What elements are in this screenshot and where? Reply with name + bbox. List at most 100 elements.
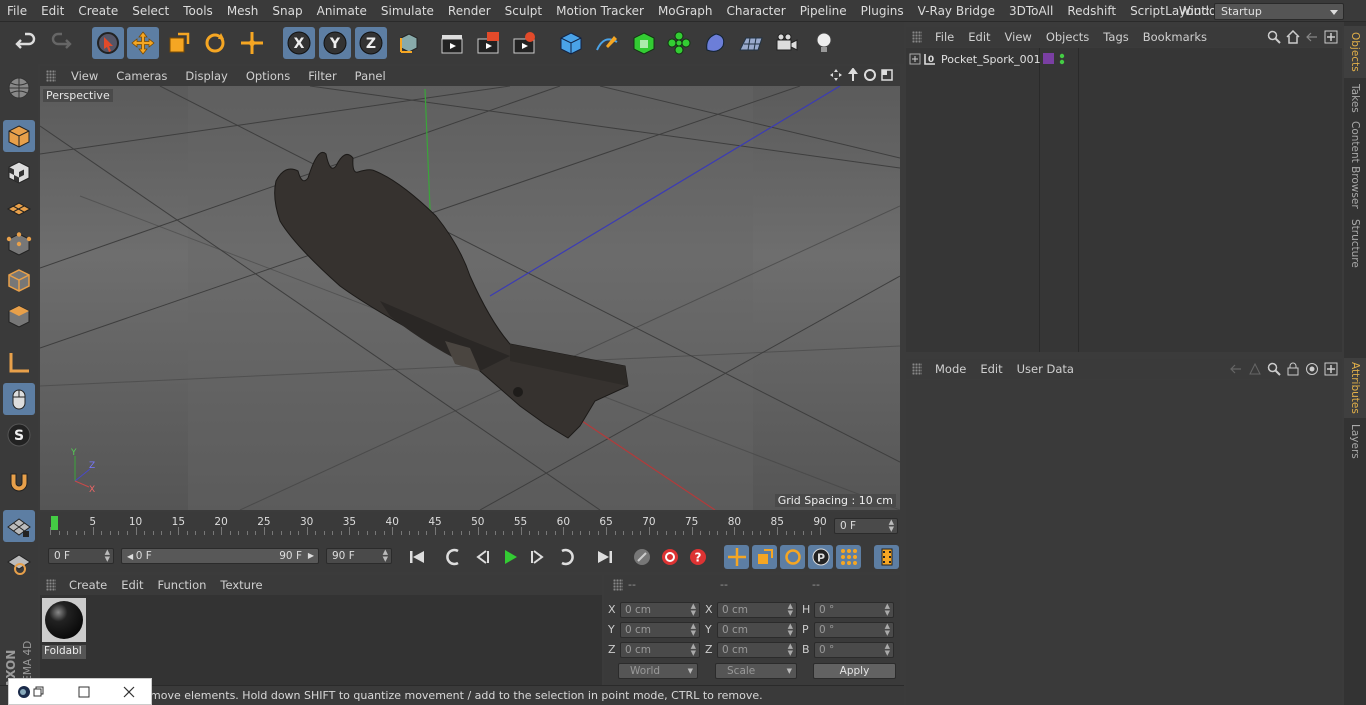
add-cube-button[interactable] (555, 27, 587, 59)
go-to-end-button[interactable] (592, 545, 617, 569)
viewport-zoom-icon[interactable] (846, 68, 860, 82)
points-mode-button[interactable] (3, 228, 35, 260)
viewport-menu-panel[interactable]: Panel (346, 69, 395, 83)
key-position-button[interactable] (724, 545, 749, 569)
perspective-viewport[interactable]: Y Z X Perspective Grid Spacing : 10 cm (40, 86, 900, 510)
material-menu-edit[interactable]: Edit (114, 578, 150, 592)
z-axis-lock-button[interactable]: Z (355, 27, 387, 59)
home-icon[interactable] (1286, 30, 1300, 44)
end-frame-field[interactable]: 90 F ▲ ▼ (326, 548, 392, 564)
attribute-menu-edit[interactable]: Edit (973, 362, 1009, 376)
add-deformer-button[interactable] (699, 27, 731, 59)
menu-file[interactable]: File (0, 0, 34, 22)
workplane-lock-button[interactable] (3, 510, 35, 542)
menu-plugins[interactable]: Plugins (854, 0, 911, 22)
back-arrow-icon[interactable] (1229, 362, 1243, 376)
menu-character[interactable]: Character (719, 0, 792, 22)
material-menu-create[interactable]: Create (62, 578, 114, 592)
tab-objects[interactable]: Objects (1344, 26, 1366, 78)
go-to-start-button[interactable] (404, 545, 429, 569)
key-point-level-button[interactable] (836, 545, 861, 569)
menu-render[interactable]: Render (441, 0, 498, 22)
search-icon[interactable] (1267, 362, 1281, 376)
rot-h-field[interactable]: 0 ° ▲ ▼ (814, 602, 894, 618)
add-mograph-button[interactable] (663, 27, 695, 59)
keyframe-selection-button[interactable]: ? (685, 545, 710, 569)
viewport-menu-view[interactable]: View (62, 69, 107, 83)
tab-content-browser[interactable]: Content Browser (1344, 118, 1366, 212)
previous-frame-button[interactable] (469, 545, 494, 569)
render-picture-viewer-button[interactable] (472, 27, 504, 59)
previous-key-button[interactable] (441, 545, 466, 569)
target-icon[interactable] (1305, 362, 1319, 376)
rotate-tool-button[interactable] (199, 27, 231, 59)
menu-mograph[interactable]: MoGraph (651, 0, 720, 22)
up-arrow-icon[interactable] (1248, 362, 1262, 376)
menu-simulate[interactable]: Simulate (374, 0, 441, 22)
autokey-button[interactable] (657, 545, 682, 569)
apply-button[interactable]: Apply (813, 663, 896, 679)
coordinate-system-button[interactable] (393, 27, 425, 59)
make-editable-button[interactable] (3, 72, 35, 104)
object-menu-bookmarks[interactable]: Bookmarks (1136, 30, 1214, 44)
rot-p-field[interactable]: 0 ° ▲ ▼ (814, 622, 894, 638)
axis-mode-button[interactable] (3, 347, 35, 379)
lock-icon[interactable] (1286, 362, 1300, 376)
menu-v-ray-bridge[interactable]: V-Ray Bridge (911, 0, 1002, 22)
playhead-marker[interactable] (51, 516, 58, 530)
menu-3dtoall[interactable]: 3DToAll (1002, 0, 1060, 22)
timeline-ruler[interactable]: 051015202530354045505560657075808590 0 F… (40, 512, 900, 542)
workplane-rotate-button[interactable] (3, 548, 35, 580)
enable-snap-button[interactable] (3, 466, 35, 498)
restore-icon[interactable] (33, 686, 45, 698)
render-view-button[interactable] (436, 27, 468, 59)
menu-create[interactable]: Create (71, 0, 125, 22)
current-frame-field[interactable]: 0 F ▲ ▼ (834, 518, 898, 534)
viewport-move-icon[interactable] (829, 68, 843, 82)
menu-sculpt[interactable]: Sculpt (498, 0, 549, 22)
size-z-field[interactable]: 0 cm ▲ ▼ (717, 642, 797, 658)
size-mode-dropdown[interactable]: Scale ▼ (715, 663, 797, 679)
redo-button[interactable] (45, 27, 77, 59)
size-x-field[interactable]: 0 cm ▲ ▼ (717, 602, 797, 618)
record-keys-button[interactable] (629, 545, 654, 569)
key-parameter-button[interactable]: P (808, 545, 833, 569)
add-environment-button[interactable] (735, 27, 767, 59)
new-window-icon[interactable] (1324, 362, 1338, 376)
menu-edit[interactable]: Edit (34, 0, 71, 22)
menu-mesh[interactable]: Mesh (220, 0, 266, 22)
scale-tool-button[interactable] (163, 27, 195, 59)
undo-button[interactable] (10, 27, 42, 59)
render-settings-button[interactable] (508, 27, 540, 59)
start-frame-field[interactable]: 0 F ▲ ▼ (48, 548, 114, 564)
workplane-mode-button[interactable] (3, 192, 35, 224)
timeline-window-button[interactable] (874, 545, 899, 569)
object-menu-file[interactable]: File (928, 30, 961, 44)
viewport-menu-display[interactable]: Display (176, 69, 236, 83)
new-window-icon[interactable] (1324, 30, 1338, 44)
pos-y-field[interactable]: 0 cm ▲ ▼ (620, 622, 700, 638)
material-menu-function[interactable]: Function (151, 578, 214, 592)
menu-tools[interactable]: Tools (176, 0, 220, 22)
coordinate-space-dropdown[interactable]: World ▼ (618, 663, 698, 679)
tweak-mode-button[interactable] (3, 383, 35, 415)
frame-range-slider[interactable]: ◀ 0 F 90 F ▶ (121, 548, 319, 564)
attribute-menu-mode[interactable]: Mode (928, 362, 973, 376)
object-menu-tags[interactable]: Tags (1096, 30, 1135, 44)
menu-animate[interactable]: Animate (310, 0, 374, 22)
viewport-menu-cameras[interactable]: Cameras (107, 69, 176, 83)
move-tool-button[interactable] (127, 27, 159, 59)
material-swatch[interactable]: Foldabl (42, 598, 86, 659)
y-axis-lock-button[interactable]: Y (319, 27, 351, 59)
layer-color-swatch[interactable] (1043, 53, 1054, 64)
menu-redshift[interactable]: Redshift (1060, 0, 1123, 22)
snap-button[interactable]: S (3, 419, 35, 451)
polygons-mode-button[interactable] (3, 300, 35, 332)
key-scale-button[interactable] (752, 545, 777, 569)
close-icon[interactable] (123, 686, 135, 698)
expand-plus-icon[interactable] (909, 53, 921, 65)
layout-dropdown[interactable]: Startup (1214, 2, 1344, 20)
pos-z-field[interactable]: 0 cm ▲ ▼ (620, 642, 700, 658)
add-spline-button[interactable] (591, 27, 623, 59)
visibility-dots-icon[interactable] (1058, 52, 1066, 66)
